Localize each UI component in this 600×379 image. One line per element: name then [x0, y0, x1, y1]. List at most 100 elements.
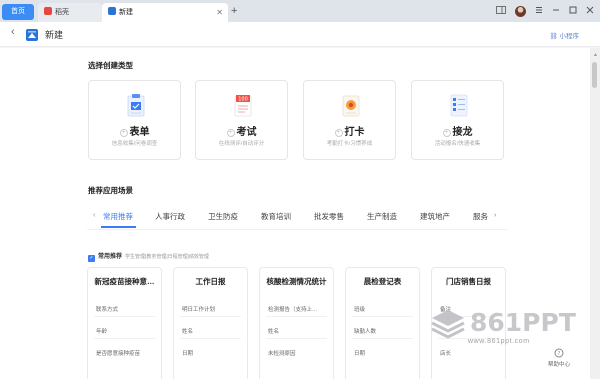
tab-daoke[interactable]: 稻壳 [38, 3, 102, 22]
template-card[interactable]: 核酸检测情况统计 检测报告（支持上… 姓名 未检测原因 [259, 267, 334, 379]
scenario-tab[interactable]: 建筑地产 [420, 211, 450, 222]
template-field: 日期 [182, 351, 194, 357]
field-divider [94, 316, 155, 317]
card-label: + 打卡 [304, 123, 395, 138]
scroll-up-icon[interactable]: ▲ [593, 52, 598, 58]
help-icon: ? [548, 348, 570, 360]
mini-program-link[interactable]: ⛓ 小程序 [549, 30, 579, 40]
tabs-prev-arrow[interactable]: ‹ [93, 212, 95, 219]
page-title: 新建 [45, 30, 64, 40]
card-label: + 接龙 [412, 123, 503, 138]
template-field: 年龄 [96, 329, 108, 335]
field-divider [352, 338, 413, 339]
plus-icon: + [442, 129, 451, 137]
daoke-icon [44, 7, 52, 15]
browser-tab-bar: 首页 稻壳 新建 ✕ + [0, 0, 600, 22]
minimize-icon[interactable] [552, 6, 560, 16]
plus-icon: + [119, 129, 128, 137]
form-icon [126, 93, 146, 117]
template-card[interactable]: 新冠疫苗接种意… 联系方式 年龄 是否愿意接种疫苗 [87, 267, 162, 379]
window-controls [496, 4, 594, 18]
checkbox-icon[interactable]: ✓ [88, 255, 95, 262]
template-field: 是否愿意接种疫苗 [96, 351, 141, 357]
link-icon: ⛓ [549, 33, 558, 40]
card-exam[interactable]: 100 + 考试 在线测评/自动评分 [195, 80, 288, 160]
common-label: 常用推荐 [98, 254, 123, 260]
template-title: 工作日报 [195, 277, 226, 286]
card-relay[interactable]: + 接龙 活动报名/快速收集 [411, 80, 504, 160]
watermark-logo-icon [428, 306, 468, 342]
template-card[interactable]: 晨检登记表 班级 缺勤人数 日期 [345, 267, 420, 379]
card-desc: 考勤打卡/习惯养成 [326, 141, 373, 147]
close-window-icon[interactable] [586, 6, 594, 16]
avatar[interactable] [515, 5, 526, 17]
new-tab-button[interactable]: + [231, 3, 237, 19]
card-checkin[interactable]: + 打卡 考勤打卡/习惯养成 [303, 80, 396, 160]
template-title: 新冠疫苗接种意… [94, 277, 155, 286]
card-desc: 活动报名/快速收集 [434, 141, 481, 147]
card-form[interactable]: + 表单 信息收集/问卷调查 [88, 80, 181, 160]
template-title: 晨检登记表 [363, 277, 402, 286]
scenario-tab[interactable]: 服务 [473, 211, 488, 222]
template-title: 门店销售日报 [446, 277, 491, 286]
template-field: 缺勤人数 [354, 329, 377, 335]
template-field: 姓名 [182, 329, 194, 335]
watermark-brand: 861PPT [470, 308, 576, 337]
help-center-button[interactable]: ? 帮助中心 [548, 348, 570, 368]
tab-new[interactable]: 新建 ✕ [102, 3, 228, 22]
scenario-section-title: 推荐应用场景 [88, 186, 133, 195]
template-field: 联系方式 [96, 307, 119, 313]
home-tab[interactable]: 首页 [2, 4, 34, 20]
field-divider [94, 338, 155, 339]
relay-icon [449, 93, 469, 117]
svg-text:?: ? [558, 351, 561, 357]
card-desc: 信息收集/问卷调查 [111, 141, 158, 147]
watermark-url: www.861ppt.com [468, 338, 530, 345]
create-section-title: 选择创建类型 [88, 61, 133, 70]
card-label: + 考试 [196, 123, 287, 138]
menu-icon[interactable] [535, 6, 543, 16]
app-icon [108, 7, 116, 15]
svg-text:100: 100 [238, 97, 248, 103]
field-divider [180, 316, 241, 317]
help-label: 帮助中心 [548, 362, 571, 368]
template-field: 姓名 [268, 329, 280, 335]
tabs-next-arrow[interactable]: › [494, 212, 496, 219]
plus-icon: + [334, 129, 343, 137]
template-field: 未检测原因 [268, 351, 296, 357]
scenario-tab[interactable]: 卫生防疫 [208, 211, 238, 222]
tab-label: 新建 [119, 9, 133, 16]
close-tab-icon[interactable]: ✕ [216, 3, 223, 22]
field-divider [352, 316, 413, 317]
scrollbar[interactable] [590, 48, 600, 379]
checkin-icon [341, 93, 361, 117]
scenario-tab[interactable]: 常用推荐 [103, 211, 133, 222]
scenario-tab[interactable]: 人事行政 [155, 211, 185, 222]
template-field: 日期 [354, 351, 366, 357]
template-card[interactable]: 工作日报 明日工作计划 姓名 日期 [173, 267, 248, 379]
active-tab-underline [101, 226, 136, 228]
plus-icon: + [226, 129, 235, 137]
common-recommend-row: ✓ 常用推荐 学生管理|教务管理|日程管理|绩效管理 [88, 251, 209, 262]
exam-icon: 100 [233, 93, 253, 117]
common-desc: 学生管理|教务管理|日程管理|绩效管理 [125, 254, 209, 260]
scenario-tab[interactable]: 生产制造 [367, 211, 397, 222]
card-desc: 在线测评/自动评分 [218, 141, 265, 147]
template-title: 核酸检测情况统计 [266, 277, 327, 286]
scroll-thumb[interactable] [592, 62, 597, 88]
field-divider [266, 338, 327, 339]
template-field: 明日工作计划 [182, 307, 216, 313]
template-field: 班级 [354, 307, 366, 313]
sidebar-toggle-icon[interactable] [496, 6, 506, 16]
app-header: ‹ 新建 ⛓ 小程序 [0, 22, 600, 47]
card-label: + 表单 [89, 123, 180, 138]
field-divider [180, 338, 241, 339]
back-button[interactable]: ‹ [11, 26, 15, 38]
scenario-tab[interactable]: 教育培训 [261, 211, 291, 222]
app-logo-icon [26, 28, 38, 41]
template-field: 检测报告（支持上… [268, 307, 318, 313]
tabs-divider [87, 229, 507, 230]
maximize-icon[interactable] [569, 6, 577, 16]
scenario-tab[interactable]: 批发零售 [314, 211, 344, 222]
tab-label: 稻壳 [55, 9, 69, 16]
